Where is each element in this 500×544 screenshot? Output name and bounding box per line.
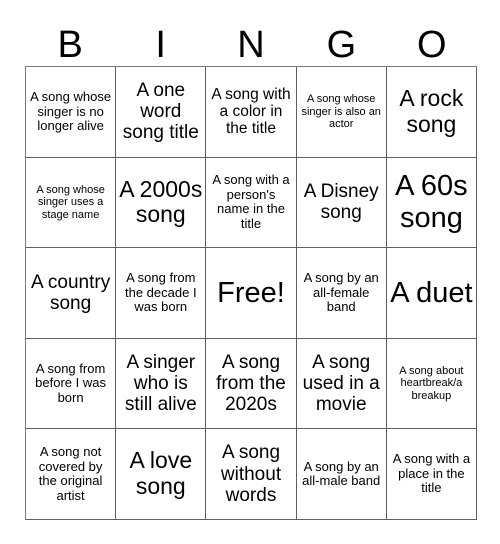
bingo-cell-label: A love song (129, 447, 193, 500)
bingo-cell-label: A song not covered by the original artis… (38, 444, 103, 503)
bingo-cell[interactable]: A song with a person's name in the title (206, 157, 297, 249)
bingo-free-space-label: Free! (217, 276, 285, 309)
bingo-cell-label: A Disney song (303, 181, 379, 224)
bingo-cell-label: A song used in a movie (302, 351, 380, 416)
bingo-cell[interactable]: A song not covered by the original artis… (26, 429, 117, 520)
bingo-cell[interactable]: A Disney song (296, 157, 387, 249)
bingo-cell-label: A song whose singer uses a stage name (36, 183, 105, 221)
bingo-cell-label: A duet (390, 276, 473, 309)
bingo-cell[interactable]: A song used in a movie (296, 338, 387, 430)
bingo-cell[interactable]: A song about heartbreak/a breakup (386, 338, 477, 430)
bingo-cell-label: A song with a person's name in the title (212, 172, 290, 231)
bingo-cell[interactable]: A song without words (206, 429, 297, 520)
bingo-header-row: B I N G O (25, 18, 477, 66)
bingo-cell-label: A song from the 2020s (216, 351, 286, 416)
bingo-cell-label: A one word song title (122, 79, 199, 144)
bingo-cell[interactable]: A 60s song (386, 157, 477, 249)
bingo-cell-label: A song by an all-female band (303, 270, 379, 315)
bingo-cell[interactable]: A duet (386, 248, 477, 339)
bingo-cell[interactable]: A country song (26, 248, 117, 339)
bingo-cell[interactable]: A song by an all-male band (296, 429, 387, 520)
bingo-cell-label: A song with a place in the title (392, 451, 471, 496)
bingo-cell[interactable]: A song from the decade I was born (116, 248, 207, 339)
bingo-grid: A song whose singer is no longer alive A… (25, 66, 477, 520)
bingo-cell[interactable]: A love song (116, 429, 207, 520)
bingo-cell[interactable]: A song whose singer uses a stage name (26, 157, 117, 249)
bingo-cell[interactable]: A song whose singer is no longer alive (26, 67, 117, 158)
bingo-cell-label: A song by an all-male band (302, 458, 381, 489)
bingo-cell[interactable]: A song with a place in the title (386, 429, 477, 520)
bingo-cell-label: A singer who is still alive (124, 351, 197, 416)
bingo-cell[interactable]: A song by an all-female band (296, 248, 387, 339)
bingo-cell-label: A 2000s song (119, 175, 203, 228)
bingo-cell[interactable]: A song whose singer is also an actor (296, 67, 387, 158)
bingo-cell-label: A song about heartbreak/a breakup (399, 365, 464, 402)
bingo-cell-label: A 60s song (395, 169, 468, 235)
bingo-card: B I N G O A song whose singer is no long… (0, 0, 500, 544)
bingo-cell-label: A song from before I was born (35, 360, 106, 405)
bingo-cell-label: A song with a color in the title (211, 85, 291, 138)
bingo-cell[interactable]: A song from the 2020s (206, 338, 297, 430)
bingo-cell[interactable]: A 2000s song (116, 157, 207, 249)
bingo-cell[interactable]: A singer who is still alive (116, 338, 207, 430)
bingo-cell-label: A rock song (399, 85, 464, 137)
header-letter-g: G (326, 24, 357, 66)
header-letter-i: I (155, 24, 166, 66)
header-letter-o: O (417, 24, 447, 66)
header-letter-b: B (57, 24, 83, 66)
bingo-cell-label: A song whose singer is also an actor (301, 93, 381, 130)
bingo-cell[interactable]: A one word song title (116, 67, 207, 158)
bingo-cell-label: A song whose singer is no longer alive (30, 88, 112, 134)
bingo-cell[interactable]: A song with a color in the title (206, 67, 297, 158)
bingo-cell-label: A song without words (220, 442, 282, 506)
bingo-cell-label: A song from the decade I was born (125, 270, 197, 315)
bingo-cell[interactable]: A rock song (386, 67, 477, 158)
bingo-free-space[interactable]: Free! (206, 248, 297, 339)
bingo-cell-label: A country song (30, 271, 111, 314)
bingo-cell[interactable]: A song from before I was born (26, 338, 117, 430)
header-letter-n: N (237, 24, 265, 66)
